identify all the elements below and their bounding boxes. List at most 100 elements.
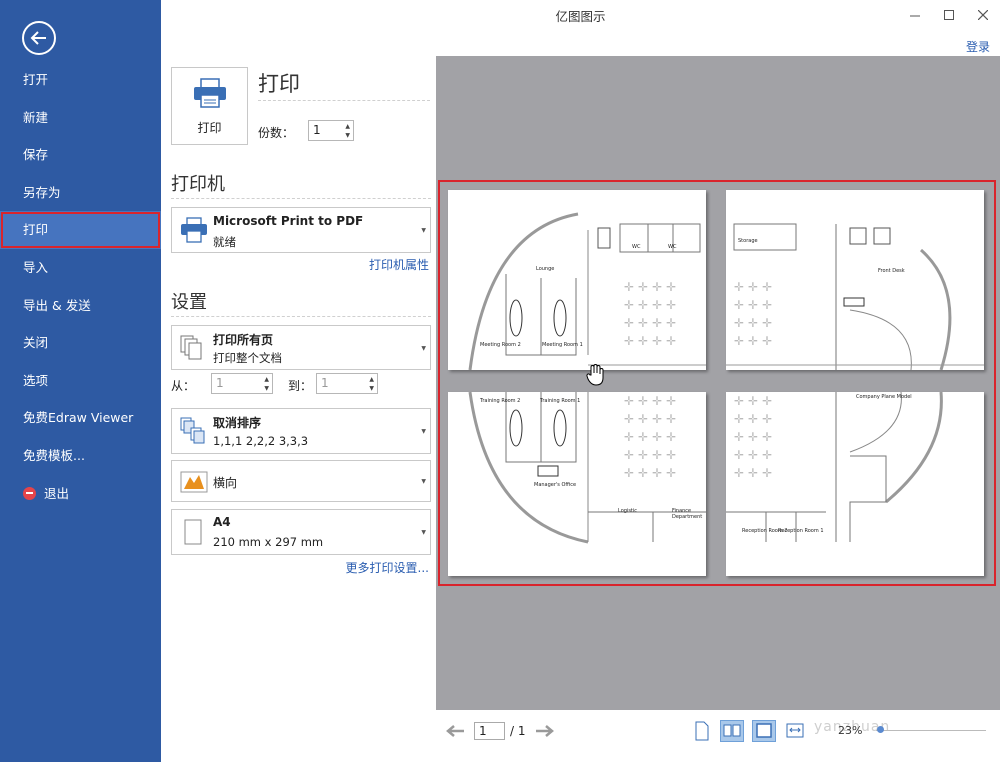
sidebar-item-label: 打印	[23, 222, 49, 238]
sidebar-item-label: 选项	[23, 372, 49, 388]
collate-sub: 1,1,1 2,2,2 3,3,3	[213, 434, 309, 448]
sidebar-item-options[interactable]: 选项	[0, 362, 161, 400]
orientation-value: 横向	[213, 476, 238, 490]
maximize-button[interactable]	[932, 0, 966, 30]
divider	[171, 198, 431, 199]
window-controls	[898, 0, 1000, 30]
sidebar-item-save[interactable]: 保存	[0, 136, 161, 174]
room-label: Lounge	[536, 266, 555, 272]
print-range-title: 打印所有页	[213, 333, 274, 347]
minimize-button[interactable]	[898, 0, 932, 30]
zoom-slider-handle[interactable]	[877, 726, 884, 733]
paper-size-select[interactable]: A4 210 mm x 297 mm ▼	[171, 509, 431, 555]
copies-value: 1	[313, 123, 321, 137]
room-label: Logistic	[618, 508, 638, 514]
sidebar-item-label: 新建	[23, 109, 49, 125]
stepper-arrows-icon[interactable]: ▲ ▼	[264, 375, 269, 393]
chevron-down-icon: ▼	[421, 344, 426, 352]
desk-grid: ✛✛✛ ✛✛✛ ✛✛✛ ✛✛✛	[734, 280, 777, 348]
two-page-view-icon	[723, 724, 741, 737]
sidebar-item-label: 保存	[23, 147, 49, 163]
sidebar-item-free-templates[interactable]: 免费模板...	[0, 437, 161, 475]
fit-page-button[interactable]	[752, 720, 776, 742]
room-label: Training Room 1	[540, 398, 581, 404]
settings-heading: 设置	[171, 292, 207, 313]
sidebar-item-label: 导入	[23, 259, 49, 275]
sidebar-item-open[interactable]: 打开	[0, 61, 161, 99]
single-page-view-icon[interactable]	[690, 720, 714, 742]
printer-icon	[194, 78, 226, 108]
printer-icon	[181, 217, 207, 243]
zoom-level: 23%	[838, 724, 863, 737]
paper-icon	[184, 519, 202, 545]
copies-label: 份数：	[258, 126, 295, 140]
printer-name: Microsoft Print to PDF	[213, 214, 364, 228]
room-label: Front Desk	[878, 268, 905, 274]
to-page-stepper[interactable]: 1 ▲ ▼	[316, 373, 378, 394]
room-label: Meeting Room 2	[480, 342, 521, 348]
sidebar: 打开 新建 保存 另存为 打印 导入 导出 & 发送 关闭 选项 免费Edraw…	[0, 0, 161, 762]
stepper-arrows-icon[interactable]: ▲ ▼	[369, 375, 374, 393]
chevron-down-icon: ▼	[421, 529, 426, 536]
room-label: Meeting Room 1	[542, 342, 583, 348]
print-settings-panel: 打印 打印 份数： 1 ▲ ▼ 打印机 Microsoft Print to PD…	[161, 56, 436, 762]
print-preview[interactable]: Lounge Meeting Room 2 Meeting Room 1 WC …	[436, 56, 1000, 710]
desk-grid: ✛✛✛✛ ✛✛✛✛ ✛✛✛✛ ✛✛✛✛ ✛✛✛✛	[624, 394, 681, 480]
sidebar-item-save-as[interactable]: 另存为	[0, 174, 161, 212]
maximize-icon	[944, 10, 954, 20]
desk-grid: ✛✛✛✛ ✛✛✛✛ ✛✛✛✛ ✛✛✛✛	[624, 280, 681, 348]
sidebar-menu: 打开 新建 保存 另存为 打印 导入 导出 & 发送 关闭 选项 免费Edraw…	[0, 61, 161, 512]
minimize-icon	[910, 15, 920, 17]
fit-width-icon[interactable]	[784, 720, 808, 742]
login-link[interactable]: 登录	[966, 38, 990, 55]
print-range-select[interactable]: 打印所有页 打印整个文档 ▼	[171, 325, 431, 370]
orientation-select[interactable]: 横向 ▼	[171, 460, 431, 502]
close-icon	[978, 10, 988, 20]
sidebar-item-exit[interactable]: 退出	[0, 475, 161, 513]
copies-stepper[interactable]: 1 ▲ ▼	[308, 120, 354, 141]
page-total: / 1	[510, 724, 526, 738]
close-button[interactable]	[966, 0, 1000, 30]
from-page-value: 1	[216, 376, 224, 390]
arrow-right-icon[interactable]	[536, 725, 554, 737]
stepper-arrows-icon[interactable]: ▲ ▼	[345, 122, 350, 140]
divider	[171, 316, 431, 317]
desk-grid: ✛✛✛ ✛✛✛ ✛✛✛ ✛✛✛ ✛✛✛	[734, 394, 777, 480]
printer-select[interactable]: Microsoft Print to PDF 就绪 ▼	[171, 207, 431, 253]
exit-icon	[23, 486, 36, 500]
preview-page: Training Room 2 Training Room 1 Manager'…	[448, 392, 706, 576]
hand-cursor-icon	[586, 364, 604, 386]
collate-select[interactable]: 取消排序 1,1,1 2,2,2 3,3,3 ▼	[171, 408, 431, 454]
sidebar-item-label: 退出	[44, 485, 70, 501]
two-page-view-button[interactable]	[720, 720, 744, 742]
sidebar-item-import[interactable]: 导入	[0, 249, 161, 287]
sidebar-item-new[interactable]: 新建	[0, 99, 161, 137]
print-button[interactable]: 打印	[171, 67, 248, 145]
sidebar-item-free-viewer[interactable]: 免费Edraw Viewer	[0, 399, 161, 437]
room-label: WC	[632, 244, 641, 250]
zoom-slider[interactable]	[876, 730, 986, 731]
room-label: Company Plane Model	[856, 394, 912, 400]
print-range-sub: 打印整个文档	[213, 351, 282, 365]
printer-heading: 打印机	[171, 174, 225, 195]
from-page-stepper[interactable]: 1 ▲ ▼	[211, 373, 273, 394]
printer-properties-link[interactable]: 打印机属性	[369, 256, 429, 273]
room-label: WC	[668, 244, 677, 250]
page-number-input[interactable]: 1	[474, 722, 505, 740]
preview-page: Storage Front Desk ✛✛✛ ✛✛✛ ✛✛✛ ✛✛✛	[726, 190, 984, 370]
chevron-down-icon: ▼	[421, 428, 426, 435]
sidebar-item-print[interactable]: 打印	[0, 211, 161, 249]
room-label: Storage	[738, 238, 758, 244]
preview-page: Company Plane Model Reception Room 2 Rec…	[726, 392, 984, 576]
sidebar-item-label: 免费模板...	[23, 447, 85, 463]
more-print-settings-link[interactable]: 更多打印设置...	[346, 559, 429, 576]
back-button[interactable]	[22, 21, 56, 55]
chevron-down-icon: ▼	[421, 227, 426, 234]
printer-status: 就绪	[213, 235, 236, 249]
sidebar-item-export-send[interactable]: 导出 & 发送	[0, 287, 161, 325]
sidebar-item-label: 免费Edraw Viewer	[23, 410, 134, 426]
arrow-left-icon[interactable]	[446, 725, 464, 737]
print-backstage: 打开 新建 保存 另存为 打印 导入 导出 & 发送 关闭 选项 免费Edraw…	[0, 0, 1000, 762]
sidebar-item-close[interactable]: 关闭	[0, 324, 161, 362]
sidebar-item-label: 导出 & 发送	[23, 297, 91, 313]
